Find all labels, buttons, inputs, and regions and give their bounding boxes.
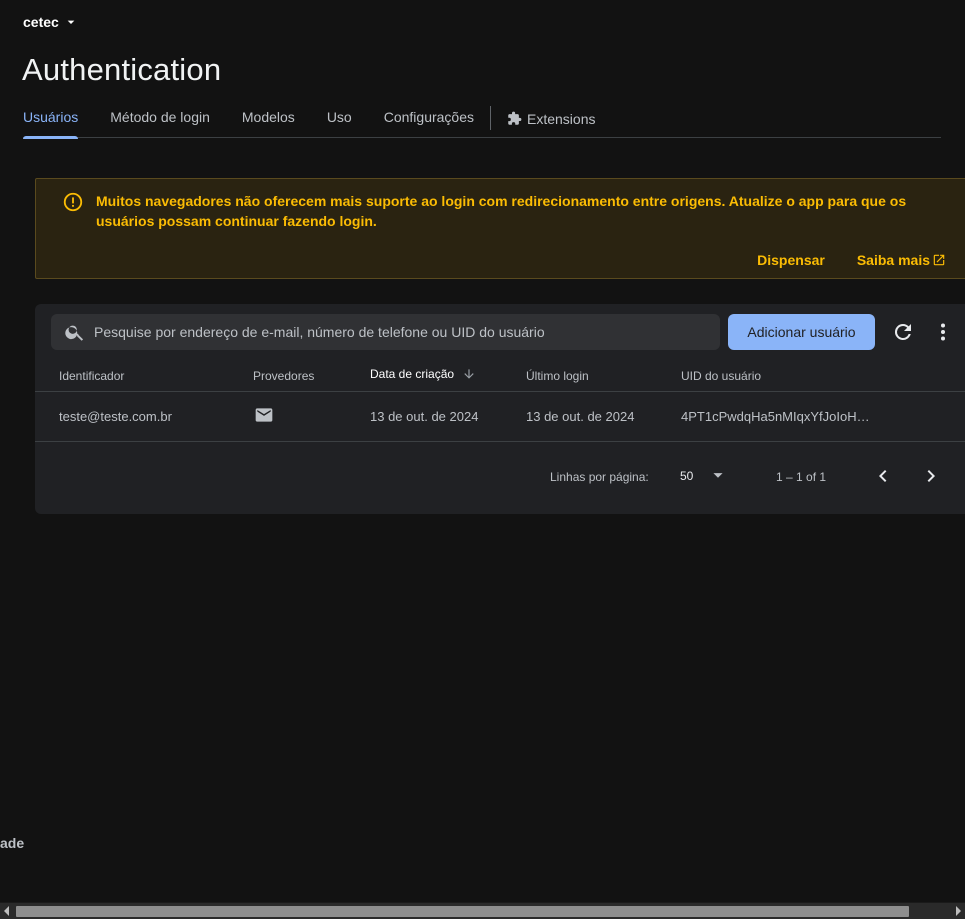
dismiss-button[interactable]: Dispensar	[757, 252, 825, 268]
page-range: 1 – 1 of 1	[776, 470, 827, 484]
tab-modelos[interactable]: Modelos	[242, 100, 295, 138]
add-user-button[interactable]: Adicionar usuário	[728, 314, 875, 350]
scroll-left-arrow-icon[interactable]	[4, 906, 9, 916]
search-bar[interactable]	[51, 314, 720, 350]
scrollbar-thumb[interactable]	[16, 906, 909, 917]
cell-provider	[254, 405, 274, 428]
project-selector[interactable]: cetec	[23, 14, 79, 30]
page-title: Authentication	[22, 52, 222, 87]
users-card: Adicionar usuário Identificador Provedor…	[35, 304, 965, 514]
refresh-icon	[894, 323, 911, 340]
chevron-left-icon	[879, 470, 887, 482]
pagination: Linhas por página: 50 1 – 1 of 1	[35, 464, 965, 488]
puzzle-icon	[508, 111, 522, 125]
arrow-down-icon	[464, 369, 474, 379]
warning-icon	[63, 192, 83, 212]
tab-configuracoes[interactable]: Configurações	[384, 100, 474, 138]
tab-uso[interactable]: Uso	[327, 100, 352, 138]
refresh-button[interactable]	[891, 320, 915, 344]
chevron-right-icon	[927, 470, 935, 482]
cell-created: 13 de out. de 2024	[370, 409, 479, 424]
column-header-data-de-criacao[interactable]: Data de criação	[370, 367, 476, 381]
cell-uid: 4PT1cPwdqHa5nMIqxYfJoIoH…	[681, 409, 870, 424]
banner-message: Muitos navegadores não oferecem mais sup…	[96, 193, 907, 229]
table-header: Identificador Provedores Data de criação…	[35, 356, 965, 392]
cell-last-login: 13 de out. de 2024	[526, 409, 635, 424]
more-vert-icon	[941, 323, 945, 341]
tab-usuarios[interactable]: Usuários	[23, 100, 79, 139]
tab-bar: Usuários Método de login Modelos Uso Con…	[23, 100, 941, 139]
email-icon	[255, 408, 273, 422]
warning-banner: Muitos navegadores não oferecem mais sup…	[35, 178, 965, 279]
tab-divider	[490, 106, 491, 130]
column-header-ultimo-login[interactable]: Último login	[526, 369, 589, 383]
search-icon	[65, 325, 84, 341]
rows-per-page-select[interactable]: 50	[680, 464, 729, 486]
scroll-right-arrow-icon[interactable]	[956, 906, 961, 916]
external-link-icon	[933, 254, 945, 266]
table-row[interactable]: teste@teste.com.br 13 de out. de 2024 13…	[35, 393, 965, 442]
learn-more-link[interactable]: Saiba mais	[857, 252, 946, 268]
horizontal-scrollbar[interactable]	[0, 902, 965, 919]
column-header-uid[interactable]: UID do usuário	[681, 369, 761, 383]
tab-metodo-de-login[interactable]: Método de login	[110, 100, 210, 138]
caret-down-icon	[713, 473, 723, 478]
more-options-button[interactable]	[931, 320, 955, 344]
cell-identifier: teste@teste.com.br	[59, 409, 172, 424]
previous-page-button[interactable]	[871, 464, 895, 488]
column-header-identificador[interactable]: Identificador	[59, 369, 124, 383]
column-header-provedores[interactable]: Provedores	[253, 369, 314, 383]
search-input[interactable]	[94, 324, 720, 340]
rows-per-page-label: Linhas por página:	[550, 470, 649, 484]
rows-per-page-value: 50	[680, 469, 694, 483]
tab-extensions[interactable]: Extensions	[507, 100, 595, 138]
next-page-button[interactable]	[919, 464, 943, 488]
project-name: cetec	[23, 14, 59, 30]
caret-down-icon	[67, 20, 75, 24]
sidebar-text-fragment: ade	[0, 835, 25, 851]
